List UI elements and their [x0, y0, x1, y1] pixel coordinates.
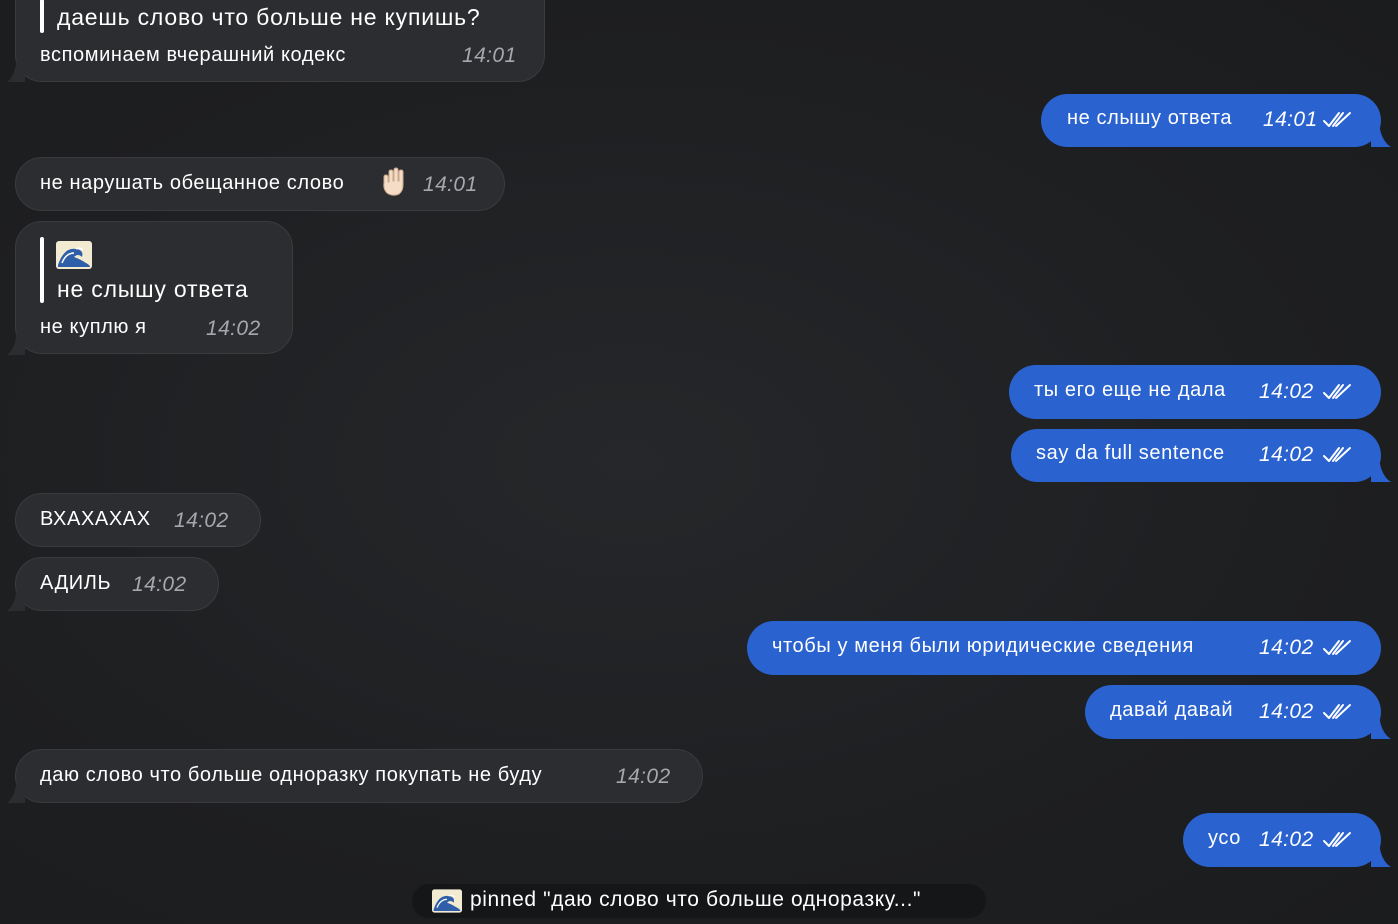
raised-hand-icon [383, 167, 404, 196]
message-incoming[interactable]: ВХАХАХАХ 14:02 [15, 493, 261, 547]
message-time: 14:02 [1259, 380, 1314, 403]
bubble-tail [7, 779, 25, 803]
read-checkmarks-icon [1323, 447, 1351, 462]
message-text: не куплю я [40, 316, 147, 338]
bubble-tail [1371, 123, 1391, 147]
message-text: не слышу ответа [1067, 107, 1233, 129]
message-time: 14:02 [1259, 443, 1314, 466]
pinned-text: pinned "даю слово что больше одноразку..… [470, 888, 922, 911]
bubble-tail [1371, 843, 1391, 867]
read-checkmarks-icon [1323, 384, 1351, 399]
quote-text: даешь слово что больше не купишь? [57, 4, 481, 30]
bubble-tail [7, 58, 25, 82]
bubble-tail [7, 587, 25, 611]
read-checkmarks-icon [1323, 640, 1351, 655]
bubble-tail [1371, 458, 1391, 482]
message-outgoing[interactable]: чтобы у меня были юридические сведения 1… [747, 621, 1381, 675]
pinned-notice[interactable]: pinned "даю слово что больше одноразку..… [412, 884, 986, 918]
message-time: 14:02 [616, 765, 671, 788]
message-text: усо [1208, 827, 1241, 849]
quote-bar [40, 0, 44, 33]
read-checkmarks-icon [1323, 704, 1351, 719]
message-text: чтобы у меня были юридические сведения [772, 635, 1194, 657]
wave-emoji-icon [56, 241, 92, 269]
message-outgoing[interactable]: давай давай 14:02 [1085, 685, 1381, 739]
message-text: say da full sentence [1036, 442, 1225, 464]
message-incoming[interactable]: АДИЛЬ 14:02 [15, 557, 219, 611]
message-time: 14:02 [1259, 828, 1314, 851]
message-text: ты его еще не дала [1034, 379, 1226, 401]
message-text: АДИЛЬ [40, 572, 112, 594]
message-text: давай давай [1110, 699, 1234, 721]
message-time: 14:01 [1263, 108, 1318, 131]
message-time: 14:02 [174, 509, 229, 532]
chat-view[interactable]: даешь слово что больше не купишь? вспоми… [0, 0, 1398, 924]
message-text: не нарушать обещанное слово [40, 172, 345, 194]
read-checkmarks-icon [1323, 112, 1351, 127]
message-outgoing[interactable]: say da full sentence 14:02 [1011, 429, 1381, 482]
message-outgoing[interactable]: не слышу ответа 14:01 [1041, 94, 1381, 147]
wave-emoji-icon [432, 889, 462, 913]
message-text: даю слово что больше одноразку покупать … [40, 764, 543, 786]
quote-text: не слышу ответа [57, 276, 249, 302]
message-time: 14:01 [423, 173, 478, 196]
message-outgoing[interactable]: ты его еще не дала 14:02 [1009, 365, 1381, 419]
message-incoming[interactable]: не нарушать обещанное слово 14:01 [15, 157, 505, 211]
message-incoming[interactable]: даешь слово что больше не купишь? вспоми… [15, 0, 545, 82]
message-time: 14:02 [132, 573, 187, 596]
bubble-tail [1371, 715, 1391, 739]
message-time: 14:01 [462, 44, 517, 67]
read-checkmarks-icon [1323, 832, 1351, 847]
message-time: 14:02 [1259, 700, 1314, 723]
message-time: 14:02 [1259, 636, 1314, 659]
message-outgoing[interactable]: усо 14:02 [1183, 813, 1381, 867]
message-time: 14:02 [206, 317, 261, 340]
message-text: вспоминаем вчерашний кодекс [40, 44, 347, 66]
message-incoming[interactable]: даю слово что больше одноразку покупать … [15, 749, 703, 803]
message-incoming[interactable]: не слышу ответа не куплю я 14:02 [15, 221, 293, 354]
quote-bar [40, 237, 44, 303]
message-text: ВХАХАХАХ [40, 508, 151, 530]
bubble-tail [7, 331, 25, 355]
